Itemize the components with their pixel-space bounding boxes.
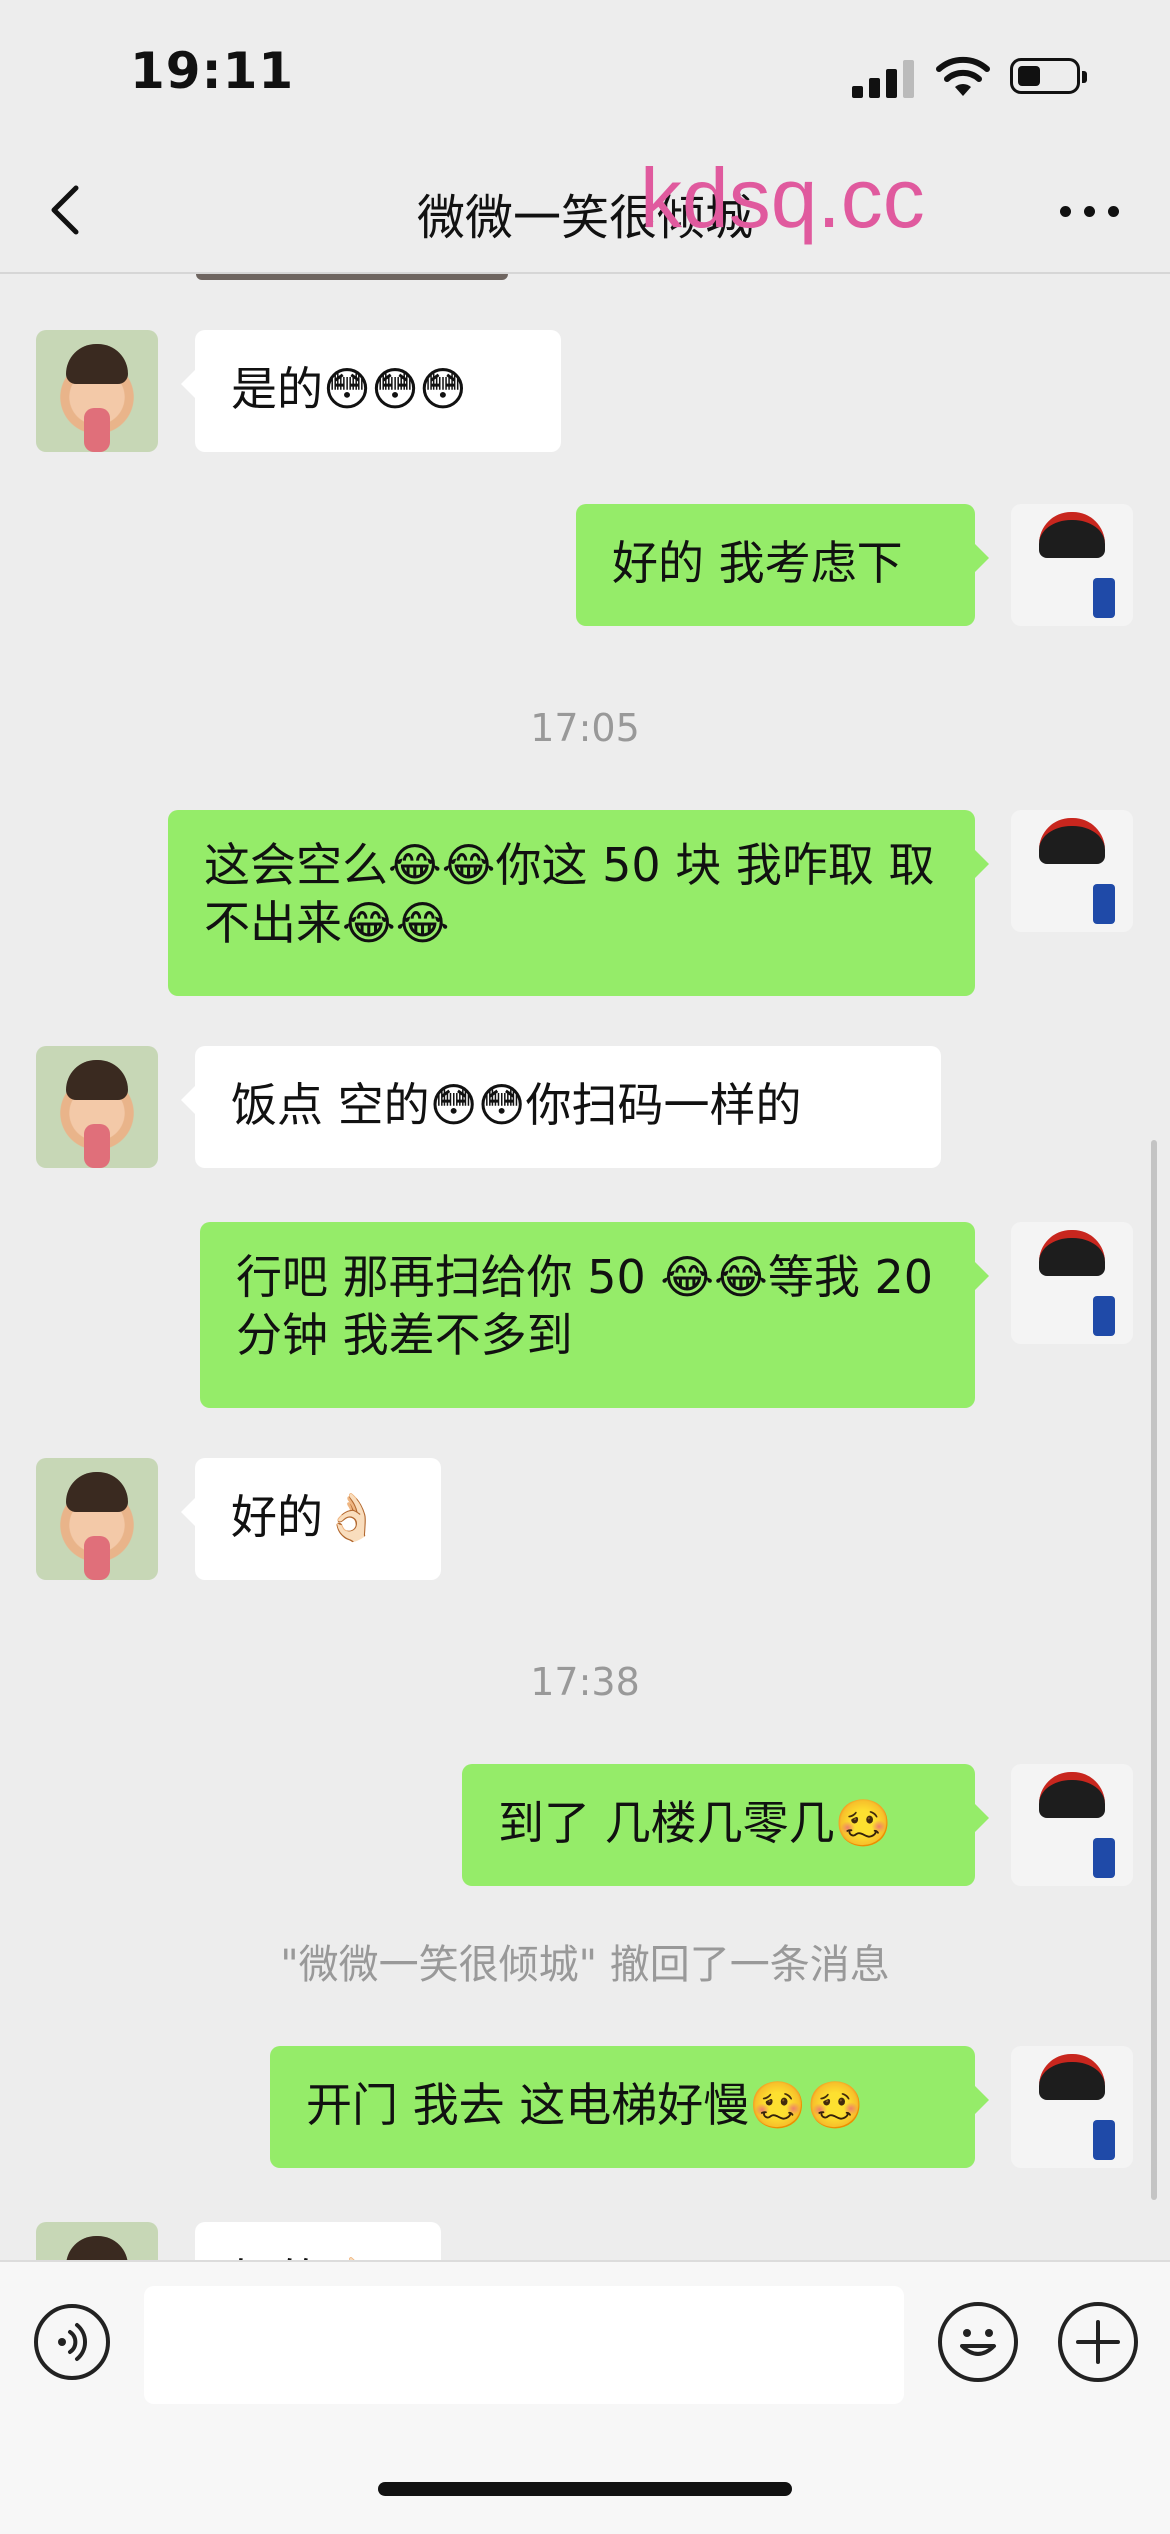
timestamp-label: 17:05 — [530, 706, 640, 750]
chat-title: 微微一笑很倾城 — [416, 190, 753, 246]
emoji-icon[interactable] — [938, 2302, 1018, 2382]
cellular-signal-icon — [852, 58, 914, 98]
message-bubble[interactable]: 这会空么😂😂你这 50 块 我咋取 取不出来😂😂 — [168, 810, 989, 996]
message-bubble[interactable]: 开门 我去 这电梯好慢🥴🥴 — [270, 2046, 989, 2168]
battery-icon — [1010, 58, 1087, 94]
wifi-icon — [935, 52, 991, 98]
message-bubble[interactable]: 是的😳😳😳 — [181, 330, 561, 452]
message-input[interactable] — [144, 2286, 904, 2404]
watermark: kdsq.cc — [640, 151, 925, 245]
message-list[interactable]: 是的😳😳😳 好的 我考虑下 17:05 这会空么😂😂你这 50 块 我咋取 取不… — [0, 274, 1170, 2260]
scrollbar[interactable] — [1151, 1140, 1157, 2200]
chat-header: 微微一笑很倾城 kdsq.cc — [0, 150, 1170, 274]
my-avatar[interactable] — [1011, 1222, 1133, 1344]
input-bar — [0, 2260, 1170, 2534]
voice-icon[interactable] — [34, 2304, 110, 2380]
status-time: 19:11 — [130, 42, 295, 100]
contact-avatar[interactable] — [36, 1046, 158, 1168]
status-bar: 19:11 — [0, 0, 1170, 150]
my-avatar[interactable] — [1011, 504, 1133, 626]
my-avatar[interactable] — [1011, 810, 1133, 932]
message-bubble[interactable]: 行吧 那再扫给你 50 😂😂等我 20 分钟 我差不多到 — [200, 1222, 989, 1408]
plus-icon[interactable] — [1058, 2302, 1138, 2382]
timestamp-label: 17:38 — [530, 1660, 640, 1704]
contact-avatar[interactable] — [36, 1458, 158, 1580]
message-bubble[interactable]: 好的👌🏻 — [181, 1458, 441, 1580]
more-dots-icon[interactable] — [1060, 194, 1120, 224]
message-bubble[interactable]: 好的 我考虑下 — [576, 504, 989, 626]
contact-avatar[interactable] — [36, 330, 158, 452]
my-avatar[interactable] — [1011, 1764, 1133, 1886]
my-avatar[interactable] — [1011, 2046, 1133, 2168]
message-bubble[interactable]: 到了 几楼几零几🥴 — [462, 1764, 989, 1886]
message-bubble[interactable]: 好的👌🏻 — [195, 2222, 441, 2260]
recall-notice: "微微一笑很倾城" 撤回了一条消息 — [280, 1942, 890, 1988]
contact-avatar[interactable] — [36, 2222, 158, 2260]
previous-image-edge — [196, 274, 508, 280]
message-bubble[interactable]: 饭点 空的😳😳你扫码一样的 — [181, 1046, 941, 1168]
home-indicator[interactable] — [378, 2482, 792, 2496]
